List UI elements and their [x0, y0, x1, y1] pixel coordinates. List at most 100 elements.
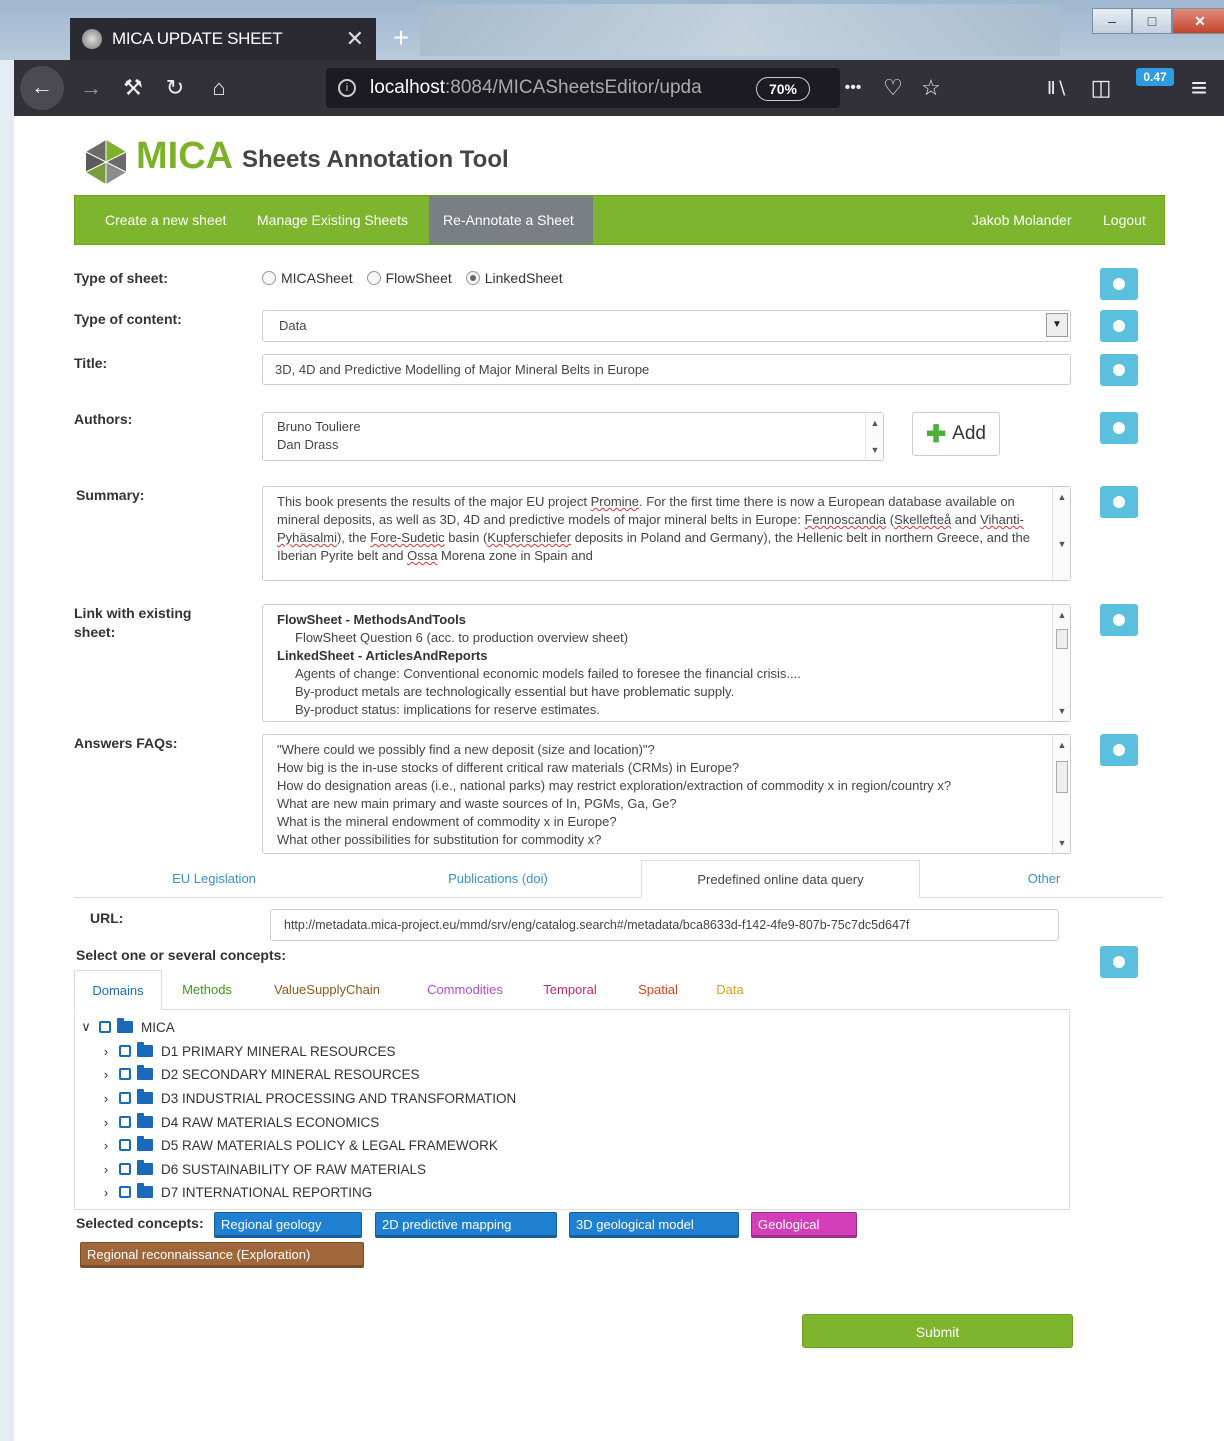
scroll-up-icon[interactable]: ▲ [1053, 489, 1070, 505]
radio-micasheet[interactable]: MICASheet [262, 270, 353, 286]
concept-tab-spatial[interactable]: Spatial [622, 970, 694, 1010]
concept-tab-methods[interactable]: Methods [170, 970, 244, 1010]
menu-create-sheet[interactable]: Create a new sheet [105, 196, 226, 244]
submit-button[interactable]: Submit [802, 1314, 1073, 1348]
faq-item[interactable]: What are new main primary and waste sour… [277, 795, 1040, 813]
link-sheet-listbox[interactable]: FlowSheet - MethodsAndTools FlowSheet Qu… [262, 604, 1071, 722]
tree-row[interactable]: › D5 RAW MATERIALS POLICY & LEGAL FRAMEW… [99, 1134, 498, 1156]
faqs-scrollbar[interactable]: ▲ ▼ [1052, 735, 1070, 853]
scroll-down-icon[interactable]: ▼ [1053, 835, 1070, 851]
scroll-down-icon[interactable]: ▼ [1053, 703, 1070, 719]
info-button-link[interactable] [1100, 604, 1138, 636]
concept-tab-data[interactable]: Data [704, 970, 756, 1010]
author-item[interactable]: Bruno Touliere [277, 418, 869, 436]
sidebar-icon[interactable]: ◫ [1084, 60, 1118, 116]
info-button-sheet-type[interactable] [1100, 268, 1138, 300]
close-window-button[interactable]: ✕ [1172, 8, 1224, 34]
tab-other[interactable]: Other [994, 860, 1094, 898]
chevron-right-icon[interactable]: › [99, 1067, 113, 1082]
checkbox[interactable] [119, 1045, 131, 1057]
tab-predefined-query[interactable]: Predefined online data query [641, 860, 920, 898]
checkbox[interactable] [119, 1116, 131, 1128]
library-icon[interactable]: Ⅱ∖ [1040, 60, 1074, 116]
page-actions-button[interactable]: ••• [836, 60, 870, 116]
selected-concept-chip[interactable]: 2D predictive mapping [375, 1212, 557, 1238]
selected-concept-chip[interactable]: 3D geological model [569, 1212, 739, 1238]
add-author-button[interactable]: ✚ Add [912, 412, 1000, 456]
faqs-listbox[interactable]: "Where could we possibly find a new depo… [262, 734, 1071, 854]
info-button-faqs[interactable] [1100, 734, 1138, 766]
radio-flowsheet[interactable]: FlowSheet [366, 270, 452, 286]
link-option[interactable]: Agents of change: Conventional economic … [277, 665, 1056, 683]
zoom-level-badge[interactable]: 70% [756, 77, 810, 101]
faq-item[interactable]: What other possibilities for substitutio… [277, 831, 1040, 849]
checkbox[interactable] [119, 1092, 131, 1104]
chevron-down-icon[interactable]: ∨ [79, 1019, 93, 1035]
minimize-button[interactable]: – [1092, 8, 1132, 34]
forward-button[interactable]: → [74, 60, 108, 116]
scroll-down-icon[interactable]: ▼ [866, 442, 883, 458]
authors-listbox[interactable]: Bruno Touliere Dan Drass ▲ ▼ [262, 412, 884, 461]
link-option[interactable]: By-product metals are technologically es… [277, 683, 1056, 701]
chevron-right-icon[interactable]: › [99, 1044, 113, 1059]
selected-concept-chip[interactable]: Regional reconnaissance (Exploration) [80, 1242, 364, 1268]
info-button-concepts[interactable] [1100, 946, 1138, 978]
tree-row[interactable]: › D3 INDUSTRIAL PROCESSING AND TRANSFORM… [99, 1087, 516, 1109]
checkbox[interactable] [119, 1068, 131, 1080]
selected-concept-chip[interactable]: Geological [751, 1212, 857, 1238]
radio-circle-checked[interactable] [465, 271, 480, 285]
scroll-up-icon[interactable]: ▲ [866, 415, 883, 431]
checkbox[interactable] [119, 1186, 131, 1198]
menu-user[interactable]: Jakob Molander [972, 196, 1072, 244]
chevron-right-icon[interactable]: › [99, 1162, 113, 1177]
hamburger-menu-icon[interactable]: ≡ [1182, 60, 1216, 116]
chevron-right-icon[interactable]: › [99, 1138, 113, 1153]
type-of-content-select[interactable]: Data ▼ [262, 310, 1071, 342]
site-info-icon[interactable]: i [338, 79, 356, 97]
tree-row[interactable]: › D6 SUSTAINABILITY OF RAW MATERIALS [99, 1158, 426, 1180]
link-scrollbar[interactable]: ▲ ▼ [1052, 605, 1070, 721]
wrench-icon[interactable]: ⚒ [116, 60, 150, 116]
menu-reannotate-sheet[interactable]: Re-Annotate a Sheet [429, 196, 593, 244]
info-button-content-type[interactable] [1100, 310, 1138, 342]
chevron-right-icon[interactable]: › [99, 1091, 113, 1106]
pocket-icon[interactable]: ♡ [876, 60, 910, 116]
tree-row[interactable]: › D1 PRIMARY MINERAL RESOURCES [99, 1040, 396, 1062]
concept-tab-valuesupplychain[interactable]: ValueSupplyChain [256, 970, 398, 1010]
checkbox[interactable] [99, 1021, 111, 1033]
chevron-right-icon[interactable]: › [99, 1185, 113, 1200]
radio-circle[interactable] [366, 271, 381, 285]
concept-tab-domains[interactable]: Domains [74, 970, 162, 1010]
tab-publications[interactable]: Publications (doi) [414, 860, 582, 898]
checkbox[interactable] [119, 1139, 131, 1151]
restore-button[interactable]: □ [1132, 8, 1172, 34]
link-option[interactable]: FlowSheet Question 6 (acc. to production… [277, 629, 1056, 647]
url-input[interactable]: http://metadata.mica-project.eu/mmd/srv/… [270, 909, 1059, 941]
dropdown-arrow-icon[interactable]: ▼ [1046, 313, 1068, 337]
tree-row[interactable]: › D2 SECONDARY MINERAL RESOURCES [99, 1063, 420, 1085]
home-button[interactable]: ⌂ [202, 60, 236, 116]
link-option[interactable]: By-product status: implications for rese… [277, 701, 1056, 719]
concept-tab-temporal[interactable]: Temporal [530, 970, 610, 1010]
concept-tab-commodities[interactable]: Commodities [410, 970, 520, 1010]
menu-logout[interactable]: Logout [1103, 196, 1146, 244]
bookmark-star-icon[interactable]: ☆ [914, 60, 948, 116]
chevron-right-icon[interactable]: › [99, 1115, 113, 1130]
extension-badge[interactable]: 0.47 [1136, 68, 1174, 86]
menu-manage-sheets[interactable]: Manage Existing Sheets [257, 196, 408, 244]
tree-row[interactable]: › D4 RAW MATERIALS ECONOMICS [99, 1111, 379, 1133]
tab-eu-legislation[interactable]: EU Legislation [134, 860, 294, 898]
info-button-summary[interactable] [1100, 486, 1138, 518]
back-button[interactable]: ← [20, 66, 64, 110]
title-input[interactable]: 3D, 4D and Predictive Modelling of Major… [262, 354, 1071, 385]
faq-item[interactable]: "Where could we possibly find a new depo… [277, 741, 1040, 759]
authors-scrollbar[interactable]: ▲ ▼ [865, 413, 883, 460]
radio-linkedsheet[interactable]: LinkedSheet [465, 270, 563, 286]
radio-circle[interactable] [262, 271, 276, 285]
info-button-authors[interactable] [1100, 412, 1138, 444]
scroll-thumb[interactable] [1056, 761, 1068, 793]
scroll-up-icon[interactable]: ▲ [1053, 607, 1070, 623]
tab-close-icon[interactable]: ✕ [346, 26, 364, 52]
scroll-up-icon[interactable]: ▲ [1053, 737, 1070, 753]
tree-row[interactable]: › D7 INTERNATIONAL REPORTING [99, 1181, 372, 1203]
